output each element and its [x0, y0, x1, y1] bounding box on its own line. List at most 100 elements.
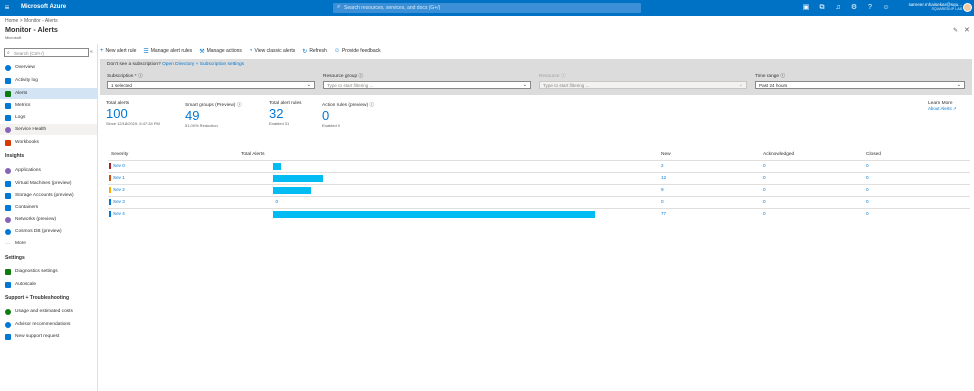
collapse-sidebar-icon[interactable]: « [90, 49, 93, 55]
sidebar-item-service-health[interactable]: Service Health [0, 124, 97, 135]
feedback-icon[interactable]: ☺ [881, 3, 891, 13]
sidebar-item-usage-costs[interactable]: Usage and estimated costs [0, 306, 97, 317]
sidebar-item-autoscale[interactable]: Autoscale [0, 279, 97, 290]
table-row[interactable]: Sev 3 0 0 0 0 [108, 196, 970, 206]
acknowledged-cell[interactable]: 0 [763, 163, 766, 168]
action-rules-stat[interactable]: Action rules (preview) ⓘ 0 Enabled 0 [322, 101, 374, 128]
table-row[interactable]: Sev 02200 [108, 160, 970, 170]
total-alerts-column-header[interactable]: Total Alerts [241, 152, 264, 157]
user-tenant: SQUAREDUP LAB [931, 7, 963, 11]
total-alerts-cell[interactable]: 0 [268, 199, 278, 204]
diagnostics-settings-icon [5, 268, 11, 275]
sidebar-item-diagnostics-settings[interactable]: Diagnostics settings [0, 266, 97, 277]
notifications-icon[interactable]: ♫ [833, 3, 843, 13]
severity-cell[interactable]: Sev 0 [109, 162, 125, 169]
table-row[interactable]: Sev 29900 [108, 184, 970, 194]
resource-placeholder: Type to start filtering ... [543, 83, 590, 88]
settings-icon[interactable]: ⚙ [849, 3, 859, 13]
close-icon[interactable]: ✕ [964, 26, 970, 34]
severity-cell[interactable]: Sev 1 [109, 174, 125, 181]
sidebar-item-new-support-request[interactable]: New support request [0, 331, 97, 342]
new-cell[interactable]: 2 [661, 163, 664, 168]
sidebar-item-more[interactable]: ··· More [0, 238, 97, 249]
subscription-dropdown[interactable]: 1 selected ⌄ [107, 81, 315, 89]
table-row[interactable]: Sev 1121200 [108, 172, 970, 182]
pin-icon[interactable]: ✎ [953, 27, 958, 34]
subscription-filter: Subscription * ⓘ 1 selected ⌄ [107, 72, 315, 89]
action-rules-value[interactable]: 0 [322, 109, 374, 123]
resource-group-dropdown[interactable]: Type to start filtering ... ⌄ [323, 81, 531, 89]
sidebar-item-containers[interactable]: Containers [0, 202, 97, 213]
new-cell[interactable]: 0 [661, 199, 664, 204]
sidebar-item-applications[interactable]: Applications [0, 165, 97, 176]
breadcrumb-home[interactable]: Home [5, 18, 18, 24]
severity-column-header[interactable]: Severity [111, 152, 128, 157]
resource-dropdown[interactable]: Type to start filtering ... ⌄ [539, 81, 747, 89]
severity-cell[interactable]: Sev 2 [109, 186, 125, 193]
acknowledged-cell[interactable]: 0 [763, 175, 766, 180]
acknowledged-cell[interactable]: 0 [763, 187, 766, 192]
time-range-dropdown[interactable]: Past 24 hours ⌄ [755, 81, 965, 89]
sidebar-search-input[interactable]: ⌕ Search (Ctrl+/) [4, 48, 89, 57]
total-alerts-value[interactable]: 100 [106, 107, 160, 121]
total-alert-rules-stat[interactable]: Total alert rules 32 Enabled 31 [269, 101, 302, 126]
acknowledged-cell[interactable]: 0 [763, 199, 766, 204]
manage-actions-button[interactable]: ⚒ Manage actions [199, 48, 242, 55]
sidebar-item-label: Diagnostics settings [15, 269, 58, 274]
action-rules-label: Action rules (preview) ⓘ [322, 103, 375, 108]
closed-cell[interactable]: 0 [866, 211, 869, 216]
search-icon: ⌕ [7, 50, 10, 56]
filter-bar: Don't see a subscription? Open Directory… [100, 59, 972, 95]
avatar[interactable] [963, 3, 972, 12]
sidebar-item-virtual-machines[interactable]: Virtual Machines (preview) [0, 178, 97, 189]
new-column-header[interactable]: New [661, 152, 671, 157]
about-alerts-link[interactable]: About Alerts ↗ [928, 106, 957, 111]
acknowledged-cell[interactable]: 0 [763, 211, 766, 216]
refresh-button[interactable]: ↻ Refresh [302, 48, 327, 55]
view-classic-alerts-button[interactable]: ◔ View classic alerts [249, 48, 295, 54]
smart-groups-stat[interactable]: Smart groups (Preview) ⓘ 49 51.00% Reduc… [185, 101, 242, 128]
global-search-input[interactable]: ⌕ Search resources, services, and docs (… [333, 3, 641, 13]
new-cell[interactable]: 77 [661, 211, 666, 216]
closed-cell[interactable]: 0 [866, 187, 869, 192]
sidebar-item-storage-accounts[interactable]: Storage Accounts (preview) [0, 190, 97, 201]
total-alerts-stat[interactable]: Total alerts 100 Since 12/18/2019, 6:47:… [106, 101, 160, 126]
sidebar-item-overview[interactable]: Overview [0, 62, 97, 73]
directory-settings-link[interactable]: Open Directory + Subscription settings [162, 62, 244, 67]
plus-icon: + [100, 48, 104, 54]
sidebar-item-activity-log[interactable]: Activity log [0, 75, 97, 86]
closed-cell[interactable]: 0 [866, 199, 869, 204]
closed-cell[interactable]: 0 [866, 175, 869, 180]
sidebar-item-networks[interactable]: Networks (preview) [0, 214, 97, 225]
closed-column-header[interactable]: Closed [866, 152, 881, 157]
sidebar-item-advisor[interactable]: Advisor recommendations [0, 319, 97, 330]
brand-name[interactable]: Microsoft Azure [21, 4, 66, 10]
manage-alert-rules-button[interactable]: ☰ Manage alert rules [143, 48, 192, 55]
subscription-note-text: Don't see a subscription? [107, 62, 161, 67]
sidebar-item-alerts[interactable]: Alerts [0, 88, 97, 99]
breadcrumb-current[interactable]: Monitor - Alerts [24, 18, 58, 24]
sidebar-item-logs[interactable]: Logs [0, 112, 97, 123]
provide-feedback-button[interactable]: ☺ Provide feedback [334, 48, 381, 54]
sidebar-item-workbooks[interactable]: Workbooks [0, 137, 97, 148]
sidebar-item-metrics[interactable]: Metrics [0, 100, 97, 111]
time-range-value: Past 24 hours [759, 83, 788, 88]
chevron-down-icon: ⌄ [522, 82, 527, 88]
new-cell[interactable]: 12 [661, 175, 666, 180]
account-info[interactable]: sameer.mhaisekar@squ... SQUAREDUP LAB [900, 2, 962, 11]
page-title: Monitor - Alerts [5, 25, 58, 34]
table-row[interactable]: Sev 4777700 [108, 208, 970, 218]
total-alert-rules-value[interactable]: 32 [269, 107, 302, 121]
sidebar-item-cosmos-db[interactable]: Cosmos DB (preview) [0, 226, 97, 237]
help-icon[interactable]: ? [865, 3, 875, 13]
cloud-shell-icon[interactable]: ▣ [801, 3, 811, 13]
smart-groups-value[interactable]: 49 [185, 109, 242, 123]
new-cell[interactable]: 9 [661, 187, 664, 192]
directory-filter-icon[interactable]: ⧉ [817, 3, 827, 13]
acknowledged-column-header[interactable]: Acknowledged [763, 152, 794, 157]
severity-cell[interactable]: Sev 4 [109, 210, 125, 217]
new-alert-rule-button[interactable]: + New alert rule [100, 48, 136, 54]
hamburger-menu-icon[interactable]: ≡ [3, 3, 11, 13]
closed-cell[interactable]: 0 [866, 163, 869, 168]
severity-cell[interactable]: Sev 3 [109, 198, 125, 205]
